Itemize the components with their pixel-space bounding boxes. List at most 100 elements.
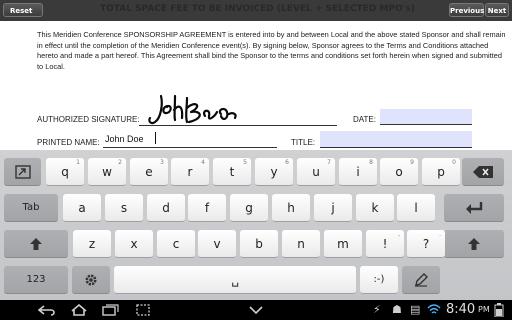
- title-field[interactable]: [320, 131, 472, 148]
- previous-button[interactable]: Previous: [449, 3, 484, 17]
- settings-key[interactable]: [72, 266, 110, 294]
- key-o[interactable]: o9: [380, 158, 418, 186]
- key-e[interactable]: e3: [130, 158, 168, 186]
- enter-icon: [466, 202, 483, 214]
- authorized-signature-label: AUTHORIZED SIGNATURE:: [37, 115, 140, 124]
- key-sub-label: 4: [201, 159, 205, 166]
- home-icon[interactable]: [70, 304, 88, 316]
- key-w[interactable]: w2: [88, 158, 126, 186]
- printed-name-line: [103, 147, 277, 148]
- smiley-key[interactable]: :-): [360, 266, 398, 294]
- key-exclamation[interactable]: !,: [366, 230, 404, 258]
- screen: Reset Field TOTAL SPACE FEE TO BE INVOIC…: [0, 0, 512, 320]
- shift-key-left[interactable]: [4, 230, 68, 258]
- key-label: s: [120, 201, 128, 215]
- key-b[interactable]: b: [240, 230, 278, 258]
- date-label: DATE:: [353, 115, 376, 124]
- top-toolbar: Reset Field TOTAL SPACE FEE TO BE INVOIC…: [0, 0, 512, 29]
- text-cursor: [155, 132, 156, 144]
- key-sub-label: ,: [398, 231, 400, 238]
- key-label: y: [270, 165, 278, 179]
- key-sub-label: 8: [369, 159, 373, 166]
- keyboard-switch-key[interactable]: [4, 158, 41, 186]
- key-label: ?: [422, 237, 430, 251]
- key-sub-label: 6: [285, 159, 289, 166]
- numbers-key[interactable]: 123: [4, 266, 68, 294]
- key-label: b: [255, 237, 263, 251]
- key-sub-label: 5: [243, 159, 247, 166]
- reset-field-button[interactable]: Reset Field: [3, 3, 43, 29]
- key-label: g: [245, 201, 253, 215]
- date-field[interactable]: [380, 109, 472, 125]
- handwriting-key[interactable]: [402, 266, 440, 294]
- back-icon[interactable]: [38, 304, 56, 316]
- key-label: k: [371, 201, 379, 215]
- printed-name-value: John Doe: [105, 134, 144, 144]
- key-sub-label: 1: [76, 159, 80, 166]
- backspace-icon: [473, 166, 493, 178]
- recent-apps-icon[interactable]: [102, 304, 120, 316]
- usb-icon: ⚡: [373, 303, 381, 316]
- key-label: w: [102, 165, 112, 179]
- space-key[interactable]: ␣: [114, 266, 356, 294]
- key-n[interactable]: n: [282, 230, 320, 258]
- key-label: c: [172, 237, 180, 251]
- key-label: f: [204, 201, 210, 215]
- key-sub-label: .: [439, 231, 441, 238]
- enter-key[interactable]: [444, 194, 504, 222]
- key-label: t: [229, 165, 235, 179]
- key-label: r: [187, 165, 193, 179]
- keyboard-down-icon[interactable]: [248, 305, 264, 315]
- key-label: n: [297, 237, 305, 251]
- key-question[interactable]: ?.: [407, 230, 445, 258]
- key-h[interactable]: h: [272, 194, 310, 222]
- document-page: This Meridien Conference SPONSORSHIP AGR…: [0, 21, 512, 150]
- shift-icon: [30, 238, 42, 250]
- clock-time[interactable]: 8:40: [446, 301, 475, 319]
- key-label: z: [88, 237, 96, 251]
- key-c[interactable]: c: [157, 230, 195, 258]
- key-z[interactable]: z: [73, 230, 111, 258]
- key-g[interactable]: g: [230, 194, 268, 222]
- key-label: i: [356, 165, 360, 179]
- tab-key[interactable]: Tab: [4, 194, 58, 222]
- key-sub-label: 3: [160, 159, 164, 166]
- key-label: u: [312, 165, 320, 179]
- key-y[interactable]: y6: [255, 158, 293, 186]
- key-label: p: [437, 165, 445, 179]
- key-u[interactable]: u7: [297, 158, 335, 186]
- key-r[interactable]: r4: [171, 158, 209, 186]
- key-t[interactable]: t5: [213, 158, 251, 186]
- key-sub-label: 2: [118, 159, 122, 166]
- clock-ampm: PM: [478, 305, 490, 314]
- key-l[interactable]: l: [397, 194, 435, 222]
- key-label: j: [331, 201, 335, 215]
- key-k[interactable]: k: [356, 194, 394, 222]
- key-p[interactable]: p0: [422, 158, 460, 186]
- soft-keyboard: Tab 123 ␣ :-) q 1 w 2 e 3 r 4 t 5 y 6 u …: [0, 150, 512, 300]
- key-d[interactable]: d: [147, 194, 185, 222]
- key-label: l: [414, 201, 418, 215]
- key-x[interactable]: x: [115, 230, 153, 258]
- screenshot-icon[interactable]: [136, 304, 150, 316]
- title-label: TITLE:: [291, 138, 316, 147]
- key-v[interactable]: v: [198, 230, 236, 258]
- key-m[interactable]: m: [324, 230, 362, 258]
- key-f[interactable]: f: [188, 194, 226, 222]
- key-label: !: [382, 237, 388, 251]
- next-button[interactable]: Next: [485, 3, 509, 17]
- key-label: h: [287, 201, 295, 215]
- key-i[interactable]: i8: [339, 158, 377, 186]
- key-j[interactable]: j: [314, 194, 352, 222]
- key-sub-label: 0: [452, 159, 456, 166]
- backspace-key[interactable]: [462, 158, 504, 186]
- storage-icon: ▤: [410, 303, 421, 316]
- key-q[interactable]: q1: [46, 158, 84, 186]
- key-s[interactable]: s: [105, 194, 143, 222]
- total-fee-label: TOTAL SPACE FEE TO BE INVOICED (LEVEL + …: [100, 4, 415, 14]
- shift-key-right[interactable]: [444, 230, 504, 258]
- gear-icon: [85, 274, 97, 286]
- signature-image[interactable]: [147, 94, 242, 128]
- key-a[interactable]: a: [63, 194, 101, 222]
- agreement-paragraph: This Meridien Conference SPONSORSHIP AGR…: [37, 30, 506, 72]
